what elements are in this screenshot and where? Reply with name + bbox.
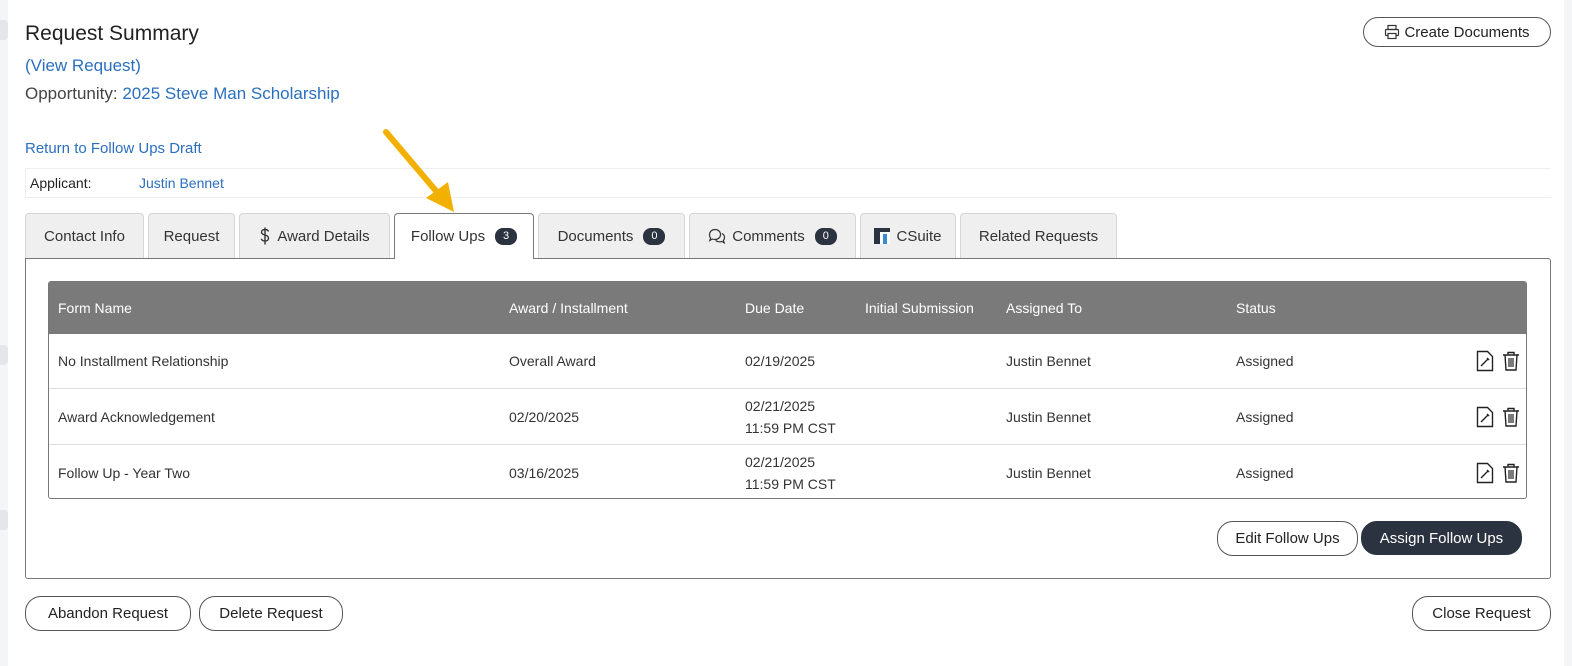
close-request-button[interactable]: Close Request xyxy=(1412,596,1551,631)
applicant-name-link[interactable]: Justin Bennet xyxy=(139,169,224,197)
tab-documents[interactable]: Documents 0 xyxy=(538,213,685,258)
tab-label: Contact Info xyxy=(44,227,125,245)
abandon-request-button[interactable]: Abandon Request xyxy=(25,596,191,631)
return-to-follow-ups-link[interactable]: Return to Follow Ups Draft xyxy=(25,140,202,157)
documents-count-badge: 0 xyxy=(643,227,666,245)
create-documents-label: Create Documents xyxy=(1404,23,1530,41)
applicant-row: Applicant: Justin Bennet xyxy=(25,168,1551,198)
tab-csuite[interactable]: CSuite xyxy=(860,213,956,258)
delete-request-button[interactable]: Delete Request xyxy=(199,596,343,631)
comments-count-badge: 0 xyxy=(814,227,837,245)
tab-label: Follow Ups xyxy=(410,228,486,245)
tab-contact-info[interactable]: Contact Info xyxy=(25,213,144,258)
tab-comments[interactable]: Comments 0 xyxy=(689,213,856,258)
page-title: Request Summary xyxy=(25,22,199,45)
csuite-logo-icon xyxy=(874,228,891,244)
page-edge-marker xyxy=(0,345,8,365)
comments-icon xyxy=(708,228,726,244)
tab-label: Comments xyxy=(732,227,805,245)
opportunity-line: Opportunity: 2025 Steve Man Scholarship xyxy=(25,84,340,104)
follow-ups-tab-panel xyxy=(25,258,1551,579)
annotation-arrow-icon xyxy=(383,129,454,212)
create-documents-button[interactable]: Create Documents xyxy=(1363,17,1551,47)
follow-ups-count-badge: 3 xyxy=(495,228,518,245)
applicant-label: Applicant: xyxy=(30,175,92,191)
opportunity-label: Opportunity: xyxy=(25,84,118,103)
dollar-icon xyxy=(260,227,270,245)
tab-label: Related Requests xyxy=(978,227,1099,245)
page-edge-marker xyxy=(0,20,8,40)
tab-label: CSuite xyxy=(896,227,942,245)
tab-label: Request xyxy=(163,227,220,245)
tab-label: Documents xyxy=(557,227,634,245)
page-edge-marker xyxy=(0,510,8,530)
view-request-link[interactable]: (View Request) xyxy=(25,56,141,76)
opportunity-link[interactable]: 2025 Steve Man Scholarship xyxy=(122,84,339,103)
tab-related-requests[interactable]: Related Requests xyxy=(960,213,1117,258)
printer-icon xyxy=(1385,24,1400,40)
request-summary-panel: Request Summary (View Request) Opportuni… xyxy=(8,0,1564,666)
tab-label: Award Details xyxy=(277,227,370,245)
tab-request[interactable]: Request xyxy=(148,213,235,258)
